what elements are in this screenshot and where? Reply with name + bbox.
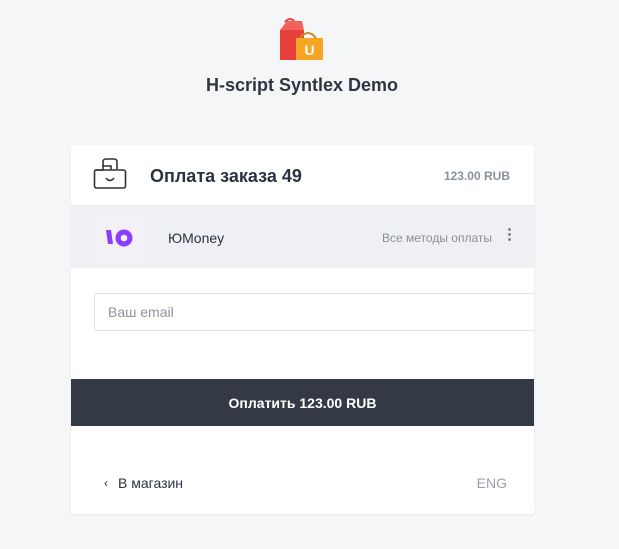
- more-options-icon[interactable]: [504, 226, 514, 248]
- pay-button[interactable]: Оплатить 123.00 RUB: [71, 379, 534, 426]
- yoomoney-logo: [95, 214, 145, 262]
- shopping-bag-icon: [93, 158, 127, 189]
- shopping-bags-icon: U: [280, 18, 323, 60]
- site-title: H-script Syntlex Demo: [205, 75, 399, 95]
- all-methods-link[interactable]: Все методы оплаты: [382, 231, 492, 245]
- back-to-shop-link[interactable]: ‹ В магазин: [104, 475, 183, 491]
- payment-card: Оплата заказа 49 123.00 RUB ЮMoney Все м…: [71, 145, 534, 514]
- payment-method-row[interactable]: ЮMoney Все методы оплаты: [71, 206, 534, 268]
- order-title: Оплата заказа 49: [150, 166, 302, 186]
- order-header: Оплата заказа 49 123.00 RUB: [71, 145, 534, 206]
- chevron-left-icon: ‹: [104, 476, 108, 490]
- payment-method-name: ЮMoney: [168, 230, 225, 246]
- back-to-shop-label: В магазин: [118, 475, 184, 491]
- email-field[interactable]: [94, 293, 534, 331]
- order-amount: 123.00 RUB: [443, 169, 510, 183]
- language-switcher[interactable]: ENG: [477, 475, 507, 491]
- shop-logo: U: [278, 18, 326, 64]
- svg-text:U: U: [304, 42, 314, 58]
- card-footer: ‹ В магазин ENG: [71, 465, 534, 500]
- yoomoney-icon: [106, 229, 133, 247]
